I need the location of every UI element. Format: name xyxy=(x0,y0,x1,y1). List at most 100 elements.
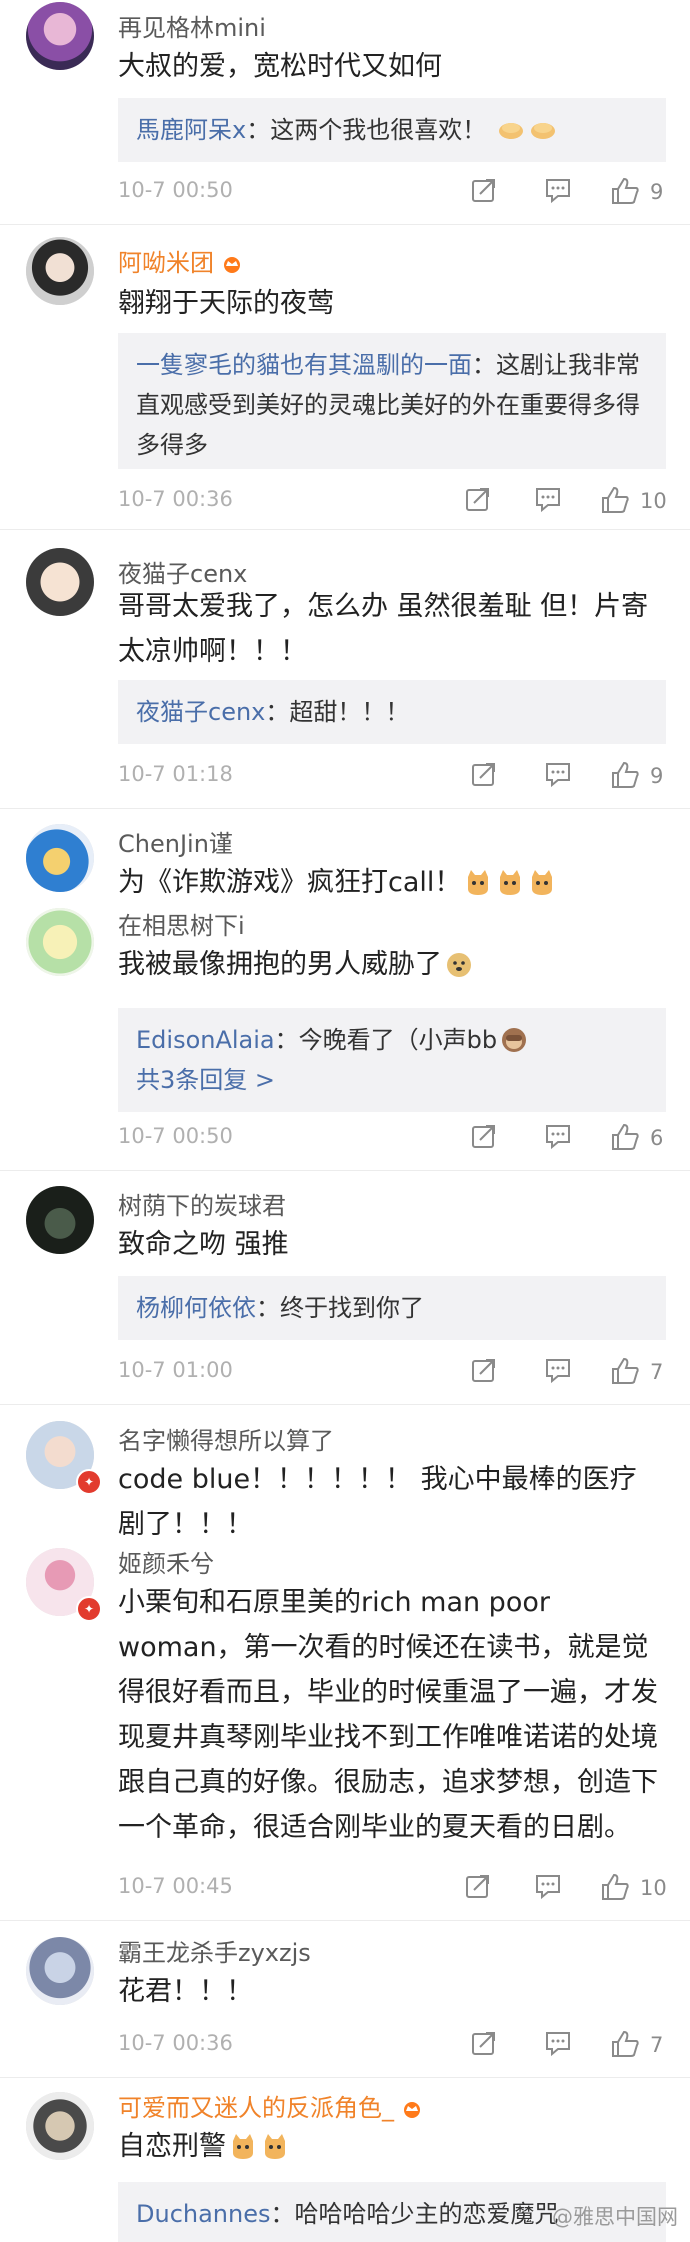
like-count: 7 xyxy=(650,1360,664,1384)
like-icon[interactable] xyxy=(600,485,630,515)
reply-username[interactable]: 杨柳何依依 xyxy=(136,1294,256,1322)
comment-text: code blue！！！！！！ 我心中最棒的医疗剧了！！！ xyxy=(118,1464,637,1540)
username[interactable]: 名字懒得想所以算了 xyxy=(118,1421,334,1456)
like-icon[interactable] xyxy=(610,176,640,206)
clap-emoji-icon xyxy=(496,114,526,144)
timestamp: 10-7 01:18 xyxy=(118,762,233,786)
reply-box[interactable]: 馬鹿阿呆x：这两个我也很喜欢！ xyxy=(118,98,666,162)
share-icon[interactable] xyxy=(464,485,492,513)
like-count: 7 xyxy=(650,2033,664,2057)
share-icon[interactable] xyxy=(470,1122,498,1150)
like-icon[interactable] xyxy=(610,760,640,790)
username[interactable]: 在相思树下i xyxy=(118,906,245,941)
like-icon[interactable] xyxy=(600,1872,630,1902)
comment-icon[interactable] xyxy=(534,1872,562,1900)
clap-emoji-icon xyxy=(528,114,558,144)
cat-emoji-icon xyxy=(495,866,525,896)
avatar[interactable] xyxy=(26,824,94,892)
watermark: @雅思中国网 xyxy=(552,2205,678,2229)
username[interactable]: ChenJin谨 xyxy=(118,824,233,859)
divider xyxy=(0,808,690,809)
verified-badge-icon: ✦ xyxy=(76,1596,102,1622)
avatar[interactable] xyxy=(26,548,94,616)
vip-crown-icon xyxy=(220,251,244,273)
comment-icon[interactable] xyxy=(544,760,572,788)
cat-emoji-icon xyxy=(463,866,493,896)
comment-icon[interactable] xyxy=(544,2029,572,2057)
avatar[interactable] xyxy=(26,1186,94,1254)
username[interactable]: 霸王龙杀手zyxzjs xyxy=(118,1933,311,1968)
timestamp: 10-7 00:36 xyxy=(118,487,233,511)
avatar[interactable] xyxy=(26,908,94,976)
share-icon[interactable] xyxy=(470,2029,498,2057)
vip-crown-icon xyxy=(400,2096,424,2118)
timestamp: 10-7 00:36 xyxy=(118,2031,233,2055)
username[interactable]: 姬颜禾兮 xyxy=(118,1544,214,1579)
timestamp: 10-7 00:50 xyxy=(118,1124,233,1148)
username[interactable]: 树荫下的炭球君 xyxy=(118,1186,286,1221)
like-count: 10 xyxy=(640,1876,667,1900)
reply-username[interactable]: Duchannes xyxy=(136,2200,271,2228)
comment-text: 翱翔于天际的夜莺 xyxy=(118,288,334,319)
comment-icon[interactable] xyxy=(544,176,572,204)
share-icon[interactable] xyxy=(464,1872,492,1900)
username[interactable]: 阿呦米团 xyxy=(118,243,244,278)
comment-text: 小栗旬和石原里美的rich man poor woman，第一次看的时候还在读书… xyxy=(118,1587,658,1843)
like-count: 6 xyxy=(650,1126,664,1150)
divider xyxy=(0,529,690,530)
comment-meta: 10-7 00:45 10 xyxy=(118,1872,690,1906)
comment-text: 为《诈欺游戏》疯狂打call！ xyxy=(118,860,658,905)
like-icon[interactable] xyxy=(610,1356,640,1386)
reply-box[interactable]: 杨柳何依依：终于找到你了 xyxy=(118,1276,666,1340)
reply-box[interactable]: EdisonAlaia：今晚看了（小声bb 共3条回复 > xyxy=(118,1008,666,1112)
doge-emoji-icon xyxy=(444,948,474,978)
verified-badge-icon: ✦ xyxy=(76,1469,102,1495)
comment-meta: 10-7 01:18 9 xyxy=(118,760,690,794)
comment-meta: 10-7 00:50 6 xyxy=(118,1122,690,1156)
reply-text: ：超甜！！！ xyxy=(265,698,410,726)
divider xyxy=(0,2077,690,2078)
reply-box[interactable]: 夜猫子cenx：超甜！！！ xyxy=(118,680,666,744)
comment-text: 花君！！！ xyxy=(118,1976,253,2007)
view-more-replies-link[interactable]: 共3条回复 > xyxy=(136,1060,648,1100)
comment-text: 自恋刑警 xyxy=(118,2124,658,2169)
cat-emoji-icon xyxy=(260,2130,290,2160)
reply-username[interactable]: 一隻寥毛的貓也有其溫馴的一面 xyxy=(136,351,472,379)
reply-username[interactable]: 馬鹿阿呆x xyxy=(136,116,246,144)
like-icon[interactable] xyxy=(610,1122,640,1152)
reply-username[interactable]: EdisonAlaia xyxy=(136,1026,275,1054)
like-icon[interactable] xyxy=(610,2029,640,2059)
share-icon[interactable] xyxy=(470,760,498,788)
avatar[interactable] xyxy=(26,2,94,70)
reply-text: ：终于找到你了 xyxy=(256,1294,424,1322)
comment-meta: 10-7 01:00 7 xyxy=(118,1356,690,1390)
monkey-emoji-icon xyxy=(499,1024,529,1054)
comment-icon[interactable] xyxy=(534,485,562,513)
comment-icon[interactable] xyxy=(544,1356,572,1384)
reply-text: ：这两个我也很喜欢！ xyxy=(246,116,487,144)
reply-text: ：今晚看了（小声bb xyxy=(274,1026,498,1054)
avatar[interactable] xyxy=(26,1937,94,2005)
comment-text: 大叔的爱，宽松时代又如何 xyxy=(118,51,442,82)
like-count: 9 xyxy=(650,764,664,788)
comment-icon[interactable] xyxy=(544,1122,572,1150)
username[interactable]: 再见格林mini xyxy=(118,8,266,43)
avatar[interactable] xyxy=(26,237,94,305)
divider xyxy=(0,1920,690,1921)
timestamp: 10-7 01:00 xyxy=(118,1358,233,1382)
avatar[interactable] xyxy=(26,2092,94,2160)
share-icon[interactable] xyxy=(470,1356,498,1384)
reply-box[interactable]: 一隻寥毛的貓也有其溫馴的一面：这剧让我非常直观感受到美好的灵魂比美好的外在重要得… xyxy=(118,333,666,469)
share-icon[interactable] xyxy=(470,176,498,204)
like-count: 9 xyxy=(650,180,664,204)
like-count: 10 xyxy=(640,489,667,513)
reply-username[interactable]: 夜猫子cenx xyxy=(136,698,265,726)
divider xyxy=(0,1404,690,1405)
comment-text: 致命之吻 强推 xyxy=(118,1229,289,1260)
divider xyxy=(0,1170,690,1171)
comment-text: 哥哥太爱我了，怎么办 虽然很羞耻 但！片寄太凉帅啊！！！ xyxy=(118,591,649,667)
comment-meta: 10-7 00:50 9 xyxy=(118,176,690,210)
username[interactable]: 可爱而又迷人的反派角色_ xyxy=(118,2088,424,2123)
comment-meta: 10-7 00:36 10 xyxy=(118,485,690,519)
cat-emoji-icon xyxy=(228,2130,258,2160)
